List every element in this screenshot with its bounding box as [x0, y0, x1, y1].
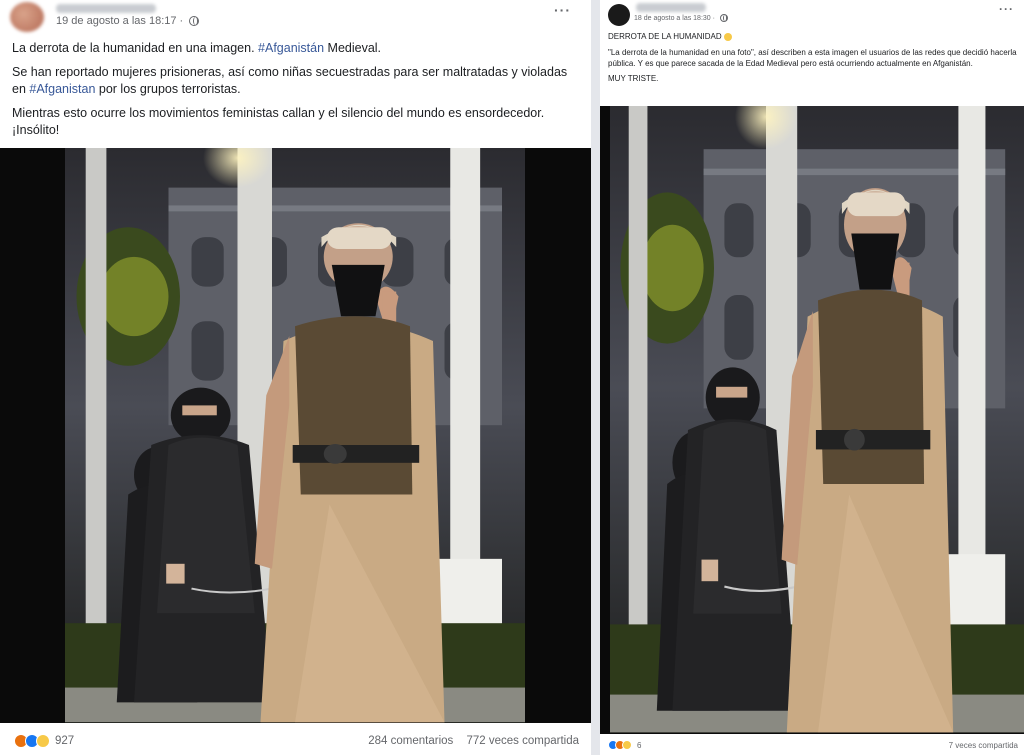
- post-timestamp[interactable]: 19 de agosto a las 18:17 ·: [56, 15, 200, 27]
- post-footer: 6 7 veces compartida: [600, 734, 1024, 755]
- post-title: DERROTA DE LA HUMANIDAD: [608, 32, 1018, 43]
- post-photo[interactable]: [0, 148, 591, 723]
- more-options-button[interactable]: ···: [999, 2, 1014, 16]
- globe-icon: [189, 16, 200, 27]
- post-stats: 284 comentarios 772 veces compartida: [368, 735, 579, 747]
- post-stats: 7 veces compartida: [949, 741, 1018, 750]
- photo-image: [0, 148, 591, 723]
- post-text: DERROTA DE LA HUMANIDAD "La derrota de l…: [608, 32, 1018, 90]
- post-closing: MUY TRISTE.: [608, 74, 659, 84]
- reactions-summary[interactable]: 927: [14, 734, 74, 748]
- post-header: 19 de agosto a las 18:17 · ···: [0, 0, 591, 40]
- reaction-count: 927: [55, 735, 75, 747]
- reaction-count: 6: [637, 740, 642, 750]
- hashtag-link[interactable]: #Afganistán: [258, 41, 324, 55]
- reactions-summary[interactable]: 6: [608, 740, 641, 750]
- author-name-blurred[interactable]: [636, 3, 706, 12]
- shares-link[interactable]: 772 veces compartida: [466, 735, 579, 747]
- sad-icon: [622, 740, 632, 750]
- post-text-line: Se han reportado mujeres prisioneras, as…: [12, 64, 568, 96]
- avatar[interactable]: [10, 2, 44, 32]
- sad-icon: [36, 734, 50, 748]
- left-post: 19 de agosto a las 18:17 · ··· La derrot…: [0, 0, 591, 755]
- photo-image: [600, 106, 1024, 734]
- avatar[interactable]: [608, 4, 630, 26]
- post-body: "La derrota de la humanidad en una foto"…: [608, 47, 1017, 68]
- right-post: 18 de agosto a las 18:30 · ··· DERROTA D…: [600, 0, 1024, 755]
- post-timestamp[interactable]: 18 de agosto a las 18:30 ·: [634, 14, 728, 22]
- author-name-blurred[interactable]: [56, 4, 156, 13]
- post-text: La derrota de la humanidad en una imagen…: [12, 40, 582, 145]
- divider: [591, 0, 600, 755]
- shares-link[interactable]: 7 veces compartida: [949, 741, 1018, 750]
- more-options-button[interactable]: ···: [554, 2, 571, 18]
- post-text-line: Mientras esto ocurre los movimientos fem…: [12, 105, 545, 137]
- post-text-line: La derrota de la humanidad en una imagen…: [12, 41, 382, 55]
- comments-link[interactable]: 284 comentarios: [368, 735, 453, 747]
- post-photo[interactable]: [600, 106, 1024, 734]
- post-footer: 927 284 comentarios 772 veces compartida: [0, 723, 591, 755]
- sad-face-emoji-icon: [723, 32, 732, 41]
- hashtag-link[interactable]: #Afganistan: [29, 82, 95, 96]
- globe-icon: [719, 14, 728, 22]
